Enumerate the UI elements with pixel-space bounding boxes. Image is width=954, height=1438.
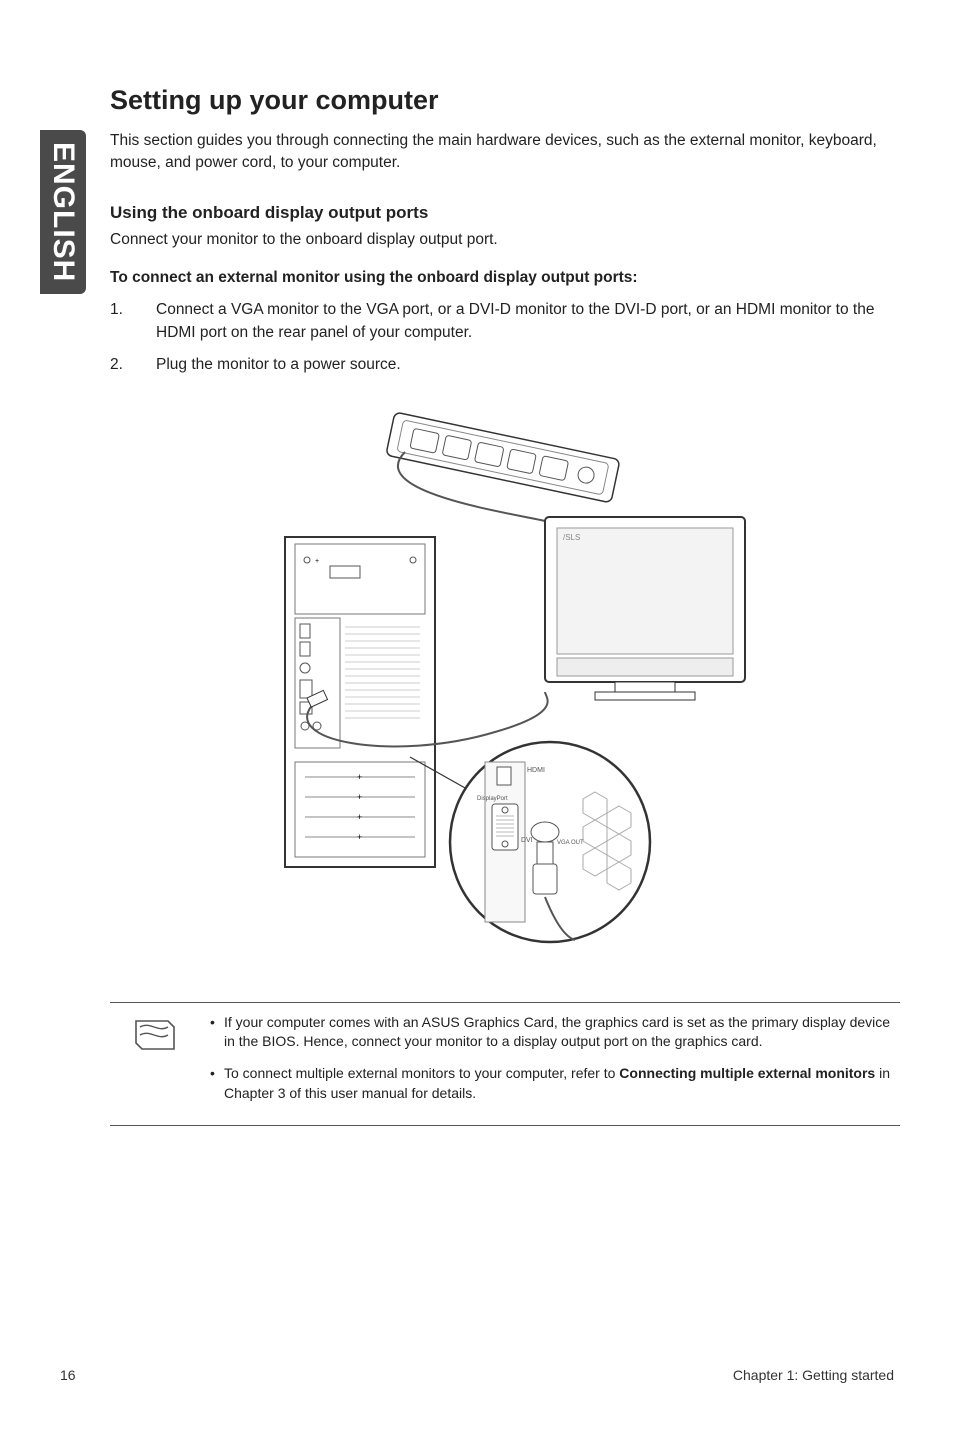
diagram-svg: /SLS +: [245, 402, 765, 962]
step-number: 1.: [110, 299, 156, 344]
svg-text:+: +: [315, 558, 319, 565]
step-number: 2.: [110, 354, 156, 376]
svg-text:DisplayPort: DisplayPort: [477, 796, 508, 802]
svg-text:DVI: DVI: [521, 837, 533, 844]
svg-text:+: +: [357, 792, 362, 802]
connection-diagram: /SLS +: [110, 402, 900, 962]
main-content: Setting up your computer This section gu…: [110, 85, 900, 1126]
page-number: 16: [60, 1367, 76, 1383]
note-item: To connect multiple external monitors to…: [210, 1064, 900, 1103]
step-item: 2. Plug the monitor to a power source.: [110, 354, 900, 376]
svg-text:+: +: [357, 812, 362, 822]
subsection-title: Using the onboard display output ports: [110, 203, 900, 223]
subsection-text: Connect your monitor to the onboard disp…: [110, 231, 900, 249]
svg-text:+: +: [357, 832, 362, 842]
step-text: Plug the monitor to a power source.: [156, 354, 900, 376]
monitor-icon: /SLS: [545, 517, 745, 700]
svg-text:HDMI: HDMI: [527, 767, 545, 774]
note-item: If your computer comes with an ASUS Grap…: [210, 1013, 900, 1052]
instruction-heading: To connect an external monitor using the…: [110, 269, 900, 287]
step-list: 1. Connect a VGA monitor to the VGA port…: [110, 299, 900, 376]
chapter-label: Chapter 1: Getting started: [733, 1367, 894, 1383]
note-text-pre: To connect multiple external monitors to…: [224, 1065, 619, 1081]
step-text: Connect a VGA monitor to the VGA port, o…: [156, 299, 900, 344]
svg-text:/SLS: /SLS: [563, 533, 580, 542]
note-text: If your computer comes with an ASUS Grap…: [224, 1014, 890, 1050]
page-footer: 16 Chapter 1: Getting started: [60, 1367, 894, 1383]
step-item: 1. Connect a VGA monitor to the VGA port…: [110, 299, 900, 344]
note-text-bold: Connecting multiple external monitors: [619, 1065, 875, 1081]
pc-tower-icon: +: [285, 537, 435, 867]
svg-text:+: +: [357, 772, 362, 782]
note-icon: [130, 1017, 178, 1058]
section-intro: This section guides you through connecti…: [110, 130, 900, 173]
note-list: If your computer comes with an ASUS Grap…: [210, 1013, 900, 1103]
svg-text:VGA OUT: VGA OUT: [557, 840, 584, 846]
zoom-callout-icon: HDMI DisplayPort DVI: [450, 742, 650, 942]
note-block: If your computer comes with an ASUS Grap…: [110, 1002, 900, 1126]
section-title: Setting up your computer: [110, 85, 900, 116]
language-tab: ENGLISH: [40, 130, 86, 294]
